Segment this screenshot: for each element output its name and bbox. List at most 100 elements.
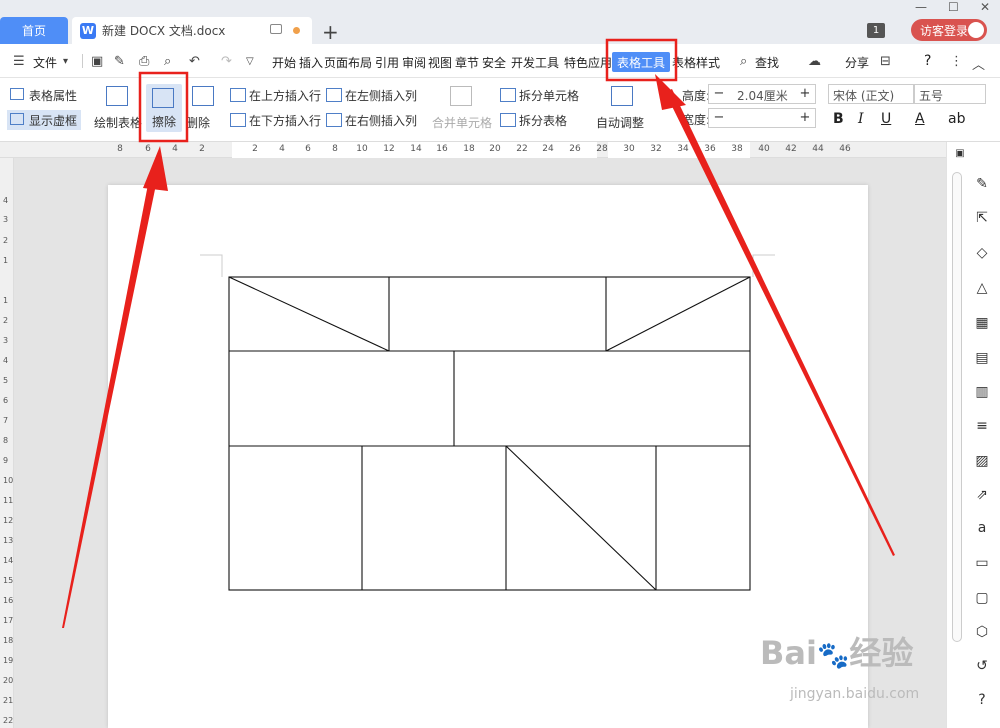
- chevron-down-icon[interactable]: ▾: [63, 56, 68, 67]
- ruler-tick-label: 19: [3, 656, 14, 665]
- menu-bar: ☰ 文件 ▾ ▣ ✎ ⎙ ⌕ ↶ ↷ ▽ 开始 插入 页面布局 引用 审阅 视图…: [0, 44, 1000, 78]
- ruler-tick-label: 2: [199, 144, 205, 154]
- ruler-tick-label: 17: [3, 616, 14, 625]
- width-decrease-button[interactable]: −: [709, 109, 729, 127]
- table-icon[interactable]: ▦: [974, 315, 990, 331]
- image-icon[interactable]: ▨: [974, 453, 990, 469]
- insert-right-button[interactable]: 在右侧插入列: [345, 112, 417, 129]
- underline-button[interactable]: U: [881, 111, 891, 127]
- menu-table-tools[interactable]: 表格工具: [612, 52, 670, 72]
- font-color-button[interactable]: A: [915, 111, 925, 127]
- select-icon[interactable]: ⇱: [974, 210, 990, 226]
- pen-icon[interactable]: ✎: [974, 176, 990, 192]
- settings-sliders-icon[interactable]: ≡: [974, 418, 990, 434]
- help-icon[interactable]: ?: [974, 692, 990, 708]
- font-name-select[interactable]: 宋体 (正文): [828, 84, 914, 104]
- split-table-button[interactable]: 拆分表格: [519, 112, 567, 129]
- show-grid-label: 显示虚框: [29, 114, 78, 128]
- width-increase-button[interactable]: +: [795, 109, 815, 127]
- minimize-icon[interactable]: —: [915, 0, 927, 14]
- ruler-tick-label: 5: [3, 376, 9, 385]
- redo-icon[interactable]: ↷: [221, 54, 232, 69]
- show-grid-button[interactable]: 显示虚框: [7, 110, 81, 130]
- width-field[interactable]: − +: [708, 108, 816, 128]
- erase-button[interactable]: 擦除: [146, 84, 182, 132]
- watermark-brand: Bai: [760, 634, 817, 672]
- save-icon[interactable]: ▣: [91, 54, 103, 69]
- menu-search[interactable]: 查找: [755, 54, 779, 71]
- monitor-icon[interactable]: [270, 24, 282, 34]
- insert-above-button[interactable]: 在上方插入行: [249, 87, 321, 104]
- shapes-icon[interactable]: ◇: [974, 245, 990, 261]
- collapse-ribbon-icon[interactable]: ︿: [972, 54, 985, 73]
- print-preview-icon[interactable]: ⌕: [164, 54, 171, 69]
- tab-document[interactable]: W 新建 DOCX 文档.docx: [72, 17, 312, 44]
- print-icon[interactable]: ⎙: [139, 54, 149, 69]
- hamburger-icon[interactable]: ☰: [13, 54, 25, 69]
- style-icon[interactable]: △: [974, 280, 990, 296]
- apps-icon[interactable]: ▤: [974, 350, 990, 366]
- format-painter-icon[interactable]: ✎: [114, 54, 125, 69]
- menu-security[interactable]: 安全: [482, 54, 506, 71]
- menu-view[interactable]: 视图: [428, 54, 452, 71]
- ruler-tick-label: 40: [758, 144, 770, 154]
- window-count-badge[interactable]: 1: [867, 23, 885, 38]
- insert-below-button[interactable]: 在下方插入行: [249, 112, 321, 129]
- vertical-ruler[interactable]: 4 3 2 1 1 2 3 4 5 6 7 8 9 10 11 12 13 14 15 16 17 18 19 20 21 22: [0, 158, 14, 728]
- menu-insert[interactable]: 插入: [299, 54, 323, 71]
- shield-icon[interactable]: ⬡: [974, 624, 990, 640]
- draw-table-button[interactable]: 绘制表格: [94, 114, 142, 131]
- share-out-icon[interactable]: ⇗: [974, 487, 990, 503]
- more-icon[interactable]: ⋮: [950, 54, 963, 69]
- menu-developer[interactable]: 开发工具: [511, 54, 559, 71]
- delete-button[interactable]: 删除: [186, 114, 210, 131]
- scrollbar-thumb[interactable]: [952, 172, 962, 642]
- menu-file[interactable]: 文件: [33, 54, 57, 71]
- auto-fit-button[interactable]: 自动调整: [596, 114, 644, 131]
- menu-review[interactable]: 审阅: [402, 54, 426, 71]
- merge-cells-button[interactable]: 合并单元格: [432, 114, 492, 131]
- char-style-button[interactable]: ab: [948, 111, 965, 127]
- translate-icon[interactable]: a: [974, 520, 990, 536]
- customize-icon[interactable]: ▽: [246, 56, 254, 67]
- height-increase-button[interactable]: +: [795, 85, 815, 103]
- menu-references[interactable]: 引用: [375, 54, 399, 71]
- menu-start[interactable]: 开始: [272, 54, 296, 71]
- table-properties-button[interactable]: 表格属性: [29, 87, 77, 104]
- font-size-select[interactable]: 五号: [914, 84, 986, 104]
- archive-icon[interactable]: ▭: [974, 555, 990, 571]
- height-decrease-button[interactable]: −: [709, 85, 729, 103]
- history-icon[interactable]: ↺: [974, 658, 990, 674]
- scrollbar[interactable]: [952, 172, 962, 652]
- eraser-icon: [152, 88, 174, 108]
- horizontal-ruler[interactable]: 8 6 4 2 2 4 6 8 10 12 14 16 18 20 22 24 26 28 30 32 34 36 38 40…: [0, 142, 1000, 158]
- undo-icon[interactable]: ↶: [189, 54, 200, 69]
- cloud-icon[interactable]: ☁: [808, 54, 821, 69]
- close-icon[interactable]: ✕: [980, 0, 990, 14]
- help-button[interactable]: ?: [924, 53, 931, 69]
- menu-table-style[interactable]: 表格样式: [672, 54, 720, 71]
- tab-home[interactable]: 首页: [0, 17, 68, 44]
- insert-right-icon: [326, 113, 342, 127]
- italic-button[interactable]: I: [858, 111, 864, 127]
- ruler-tick-label: 11: [3, 496, 14, 505]
- bold-button[interactable]: B: [833, 111, 844, 127]
- guest-login-button[interactable]: 访客登录: [911, 19, 987, 41]
- insert-left-button[interactable]: 在左侧插入列: [345, 87, 417, 104]
- menu-page-layout[interactable]: 页面布局: [324, 54, 372, 71]
- chart-icon[interactable]: ▥: [974, 384, 990, 400]
- menu-chapter[interactable]: 章节: [455, 54, 479, 71]
- search-icon[interactable]: ⌕: [740, 54, 747, 69]
- document-page[interactable]: [108, 185, 868, 728]
- height-field[interactable]: − 2.04厘米 +: [708, 84, 816, 104]
- picture-icon[interactable]: ▢: [974, 590, 990, 606]
- menu-share[interactable]: 分享: [845, 54, 869, 71]
- maximize-icon[interactable]: ☐: [948, 0, 959, 14]
- scroll-top-icon[interactable]: ▣: [952, 146, 968, 162]
- tag-icon[interactable]: ⊟: [880, 54, 891, 69]
- ruler-tick-label: 1: [3, 296, 9, 305]
- menu-special-apps[interactable]: 特色应用: [564, 54, 612, 71]
- height-label: 高度:: [682, 89, 711, 103]
- new-tab-button[interactable]: +: [322, 20, 339, 44]
- split-cells-button[interactable]: 拆分单元格: [519, 87, 579, 104]
